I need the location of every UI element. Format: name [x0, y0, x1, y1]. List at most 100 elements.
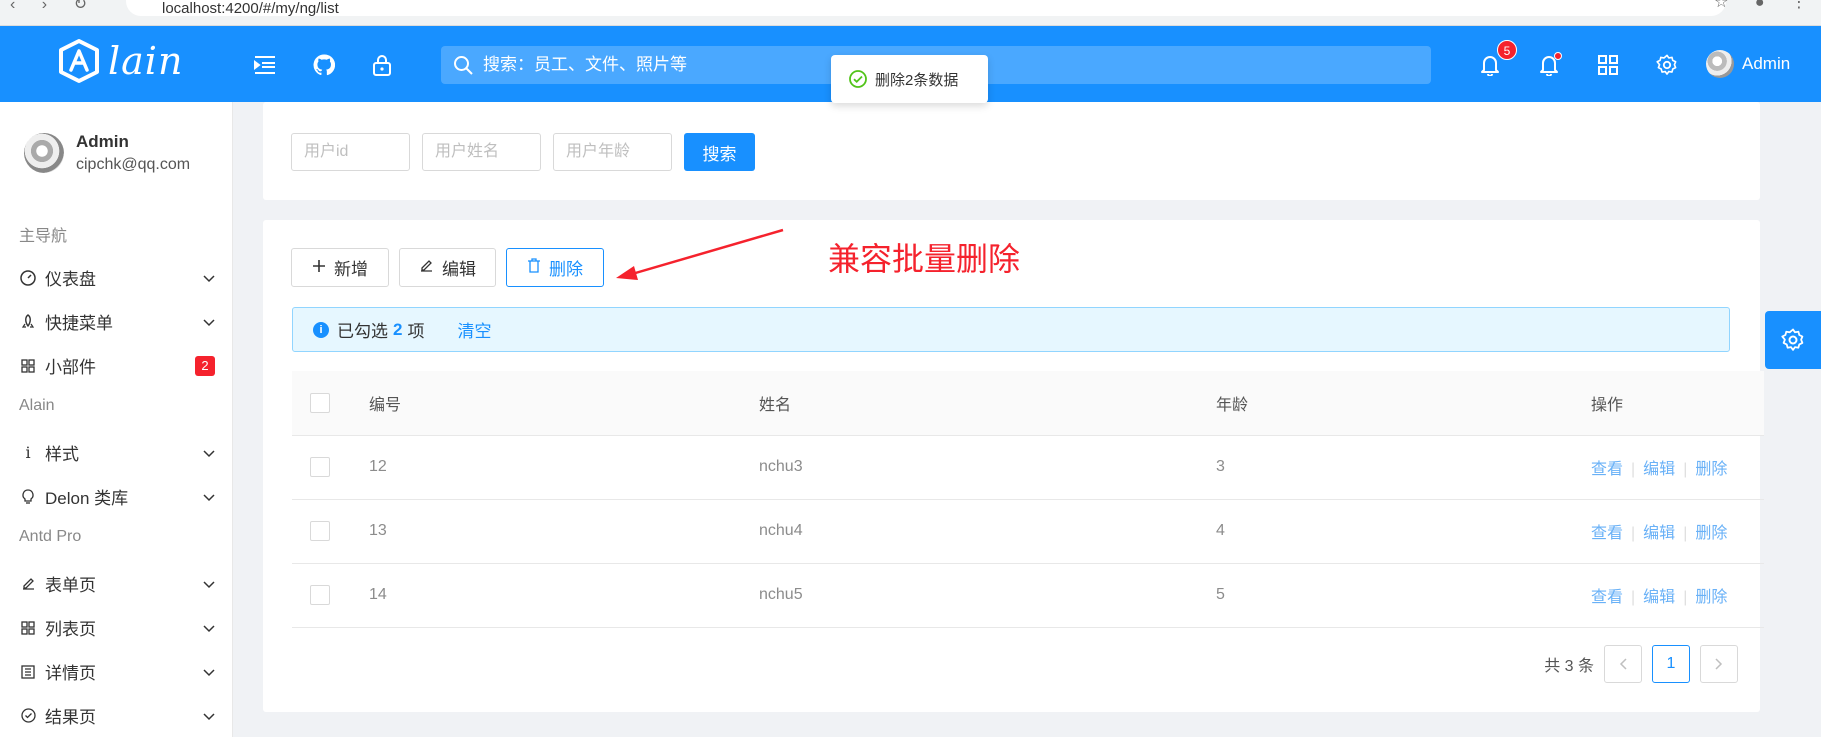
- sidebar-item-list[interactable]: 列表页: [19, 615, 215, 640]
- sidebar-item-profile[interactable]: 详情页: [19, 659, 215, 684]
- sidebar-user[interactable]: Admin cipchk@qq.com: [24, 132, 190, 174]
- edit-link[interactable]: 编辑: [1643, 525, 1675, 542]
- view-link[interactable]: 查看: [1591, 589, 1623, 606]
- next-page-button[interactable]: [1700, 645, 1738, 683]
- row-checkbox[interactable]: [310, 521, 330, 541]
- table-row[interactable]: 13 nchu4 4 查看 | 编辑 | 删除: [292, 499, 1764, 564]
- apps-icon[interactable]: [1593, 50, 1623, 80]
- sidebar-item-label: 小部件: [45, 358, 96, 377]
- cell-id: 13: [369, 499, 759, 564]
- alert-bell-button[interactable]: [1534, 50, 1564, 80]
- chevron-down-icon: [203, 662, 215, 682]
- edit-link[interactable]: 编辑: [1643, 461, 1675, 478]
- user-id-field[interactable]: [291, 133, 410, 171]
- user-age-field[interactable]: [553, 133, 672, 171]
- gear-icon: [1781, 328, 1804, 351]
- row-actions: 查看 | 编辑 | 删除: [1591, 435, 1764, 500]
- column-header-actions: 操作: [1591, 371, 1764, 436]
- check-circle-icon: [849, 70, 867, 88]
- github-icon[interactable]: [309, 50, 339, 80]
- browser-nav: ‹ › ↻: [10, 0, 109, 14]
- sidebar-item-label: 详情页: [45, 664, 96, 683]
- address-bar[interactable]: localhost:4200/#/my/ng/list: [126, 0, 1726, 17]
- user-menu[interactable]: Admin: [1706, 50, 1790, 78]
- search-button[interactable]: 搜索: [684, 133, 755, 171]
- sidebar-item-label: 列表页: [45, 620, 96, 639]
- selection-prefix: 已勾选: [337, 322, 388, 341]
- column-header-age: 年龄: [1216, 371, 1591, 436]
- edit-button[interactable]: 编辑: [399, 248, 496, 287]
- chevron-down-icon: [203, 706, 215, 726]
- prev-page-button[interactable]: [1604, 645, 1642, 683]
- view-link[interactable]: 查看: [1591, 525, 1623, 542]
- row-checkbox[interactable]: [310, 585, 330, 605]
- chevron-right-icon: [1715, 658, 1723, 670]
- info-icon: i: [25, 443, 31, 462]
- delete-button-label: 删除: [549, 260, 583, 279]
- add-button-label: 新增: [334, 260, 368, 279]
- lock-icon[interactable]: [367, 50, 397, 80]
- selection-alert: i 已勾选 2 项 清空: [292, 307, 1730, 352]
- table-row[interactable]: 14 nchu5 5 查看 | 编辑 | 删除: [292, 563, 1764, 628]
- dashboard-icon: [19, 269, 37, 287]
- menu-fold-icon[interactable]: [250, 50, 280, 80]
- forward-icon[interactable]: ›: [42, 0, 47, 13]
- settings-drawer-button[interactable]: [1765, 311, 1821, 369]
- sidebar-item-form[interactable]: 表单页: [19, 571, 215, 596]
- reload-icon[interactable]: ↻: [74, 0, 87, 13]
- edit-icon: [19, 575, 37, 593]
- sidebar-item-label: 结果页: [45, 708, 96, 727]
- user-name-field[interactable]: [422, 133, 541, 171]
- cell-name: nchu5: [759, 563, 1216, 628]
- sidebar-item-label: 快捷菜单: [45, 314, 113, 333]
- clear-selection-link[interactable]: 清空: [457, 317, 491, 342]
- avatar: [1706, 50, 1734, 78]
- table-row[interactable]: 12 nchu3 3 查看 | 编辑 | 删除: [292, 435, 1764, 500]
- sidebar-item-result[interactable]: 结果页: [19, 703, 215, 728]
- edit-icon: [419, 258, 434, 278]
- pagination-total: 共 3 条: [1544, 658, 1594, 675]
- more-icon[interactable]: ⋮: [1791, 0, 1807, 11]
- delete-link[interactable]: 删除: [1695, 525, 1727, 542]
- sidebar-user-email: cipchk@qq.com: [76, 156, 191, 173]
- notification-bell-button[interactable]: 5: [1475, 40, 1517, 80]
- alert-dot: [1554, 52, 1562, 60]
- appstore-icon: [19, 619, 37, 637]
- row-actions: 查看 | 编辑 | 删除: [1591, 563, 1764, 628]
- divider: |: [1683, 525, 1688, 542]
- logo[interactable]: lain: [56, 38, 183, 84]
- avatar: [24, 133, 64, 173]
- delete-link[interactable]: 删除: [1695, 589, 1727, 606]
- select-all-checkbox[interactable]: [310, 392, 330, 413]
- cell-age: 3: [1216, 435, 1591, 500]
- logo-text: lain: [108, 39, 184, 83]
- sidebar-item-shortcut[interactable]: 快捷菜单: [19, 309, 215, 334]
- delete-button[interactable]: 删除: [506, 248, 604, 287]
- selection-suffix: 项: [407, 322, 425, 341]
- sidebar-item-style[interactable]: i 样式: [19, 440, 215, 465]
- row-checkbox[interactable]: [310, 457, 330, 477]
- settings-gear-icon[interactable]: [1652, 50, 1682, 80]
- delete-link[interactable]: 删除: [1695, 461, 1727, 478]
- cell-name: nchu3: [759, 435, 1216, 500]
- profile-icon[interactable]: ●: [1755, 0, 1765, 11]
- view-link[interactable]: 查看: [1591, 461, 1623, 478]
- sidebar-item-label: Delon 类库: [45, 489, 129, 508]
- add-button[interactable]: 新增: [291, 248, 389, 287]
- sidebar-item-delon[interactable]: Delon 类库: [19, 484, 215, 509]
- star-icon[interactable]: ☆: [1714, 0, 1728, 11]
- edit-link[interactable]: 编辑: [1643, 589, 1675, 606]
- sidebar-item-widgets[interactable]: 小部件 2: [19, 353, 215, 378]
- cell-age: 5: [1216, 563, 1591, 628]
- divider: |: [1631, 525, 1636, 542]
- page-button[interactable]: 1: [1652, 645, 1690, 683]
- annotation-arrow: [616, 228, 784, 280]
- menu-group-title: 主导航: [19, 228, 68, 245]
- sidebar: Admin cipchk@qq.com 主导航 仪表盘 快捷菜单 小部件 2 A…: [0, 102, 233, 737]
- rocket-icon: [19, 313, 37, 331]
- profile-icon: [19, 663, 37, 681]
- back-icon[interactable]: ‹: [10, 0, 15, 13]
- chevron-down-icon: [203, 443, 215, 463]
- sidebar-item-dashboard[interactable]: 仪表盘: [19, 265, 215, 290]
- sidebar-item-label: 仪表盘: [45, 270, 96, 289]
